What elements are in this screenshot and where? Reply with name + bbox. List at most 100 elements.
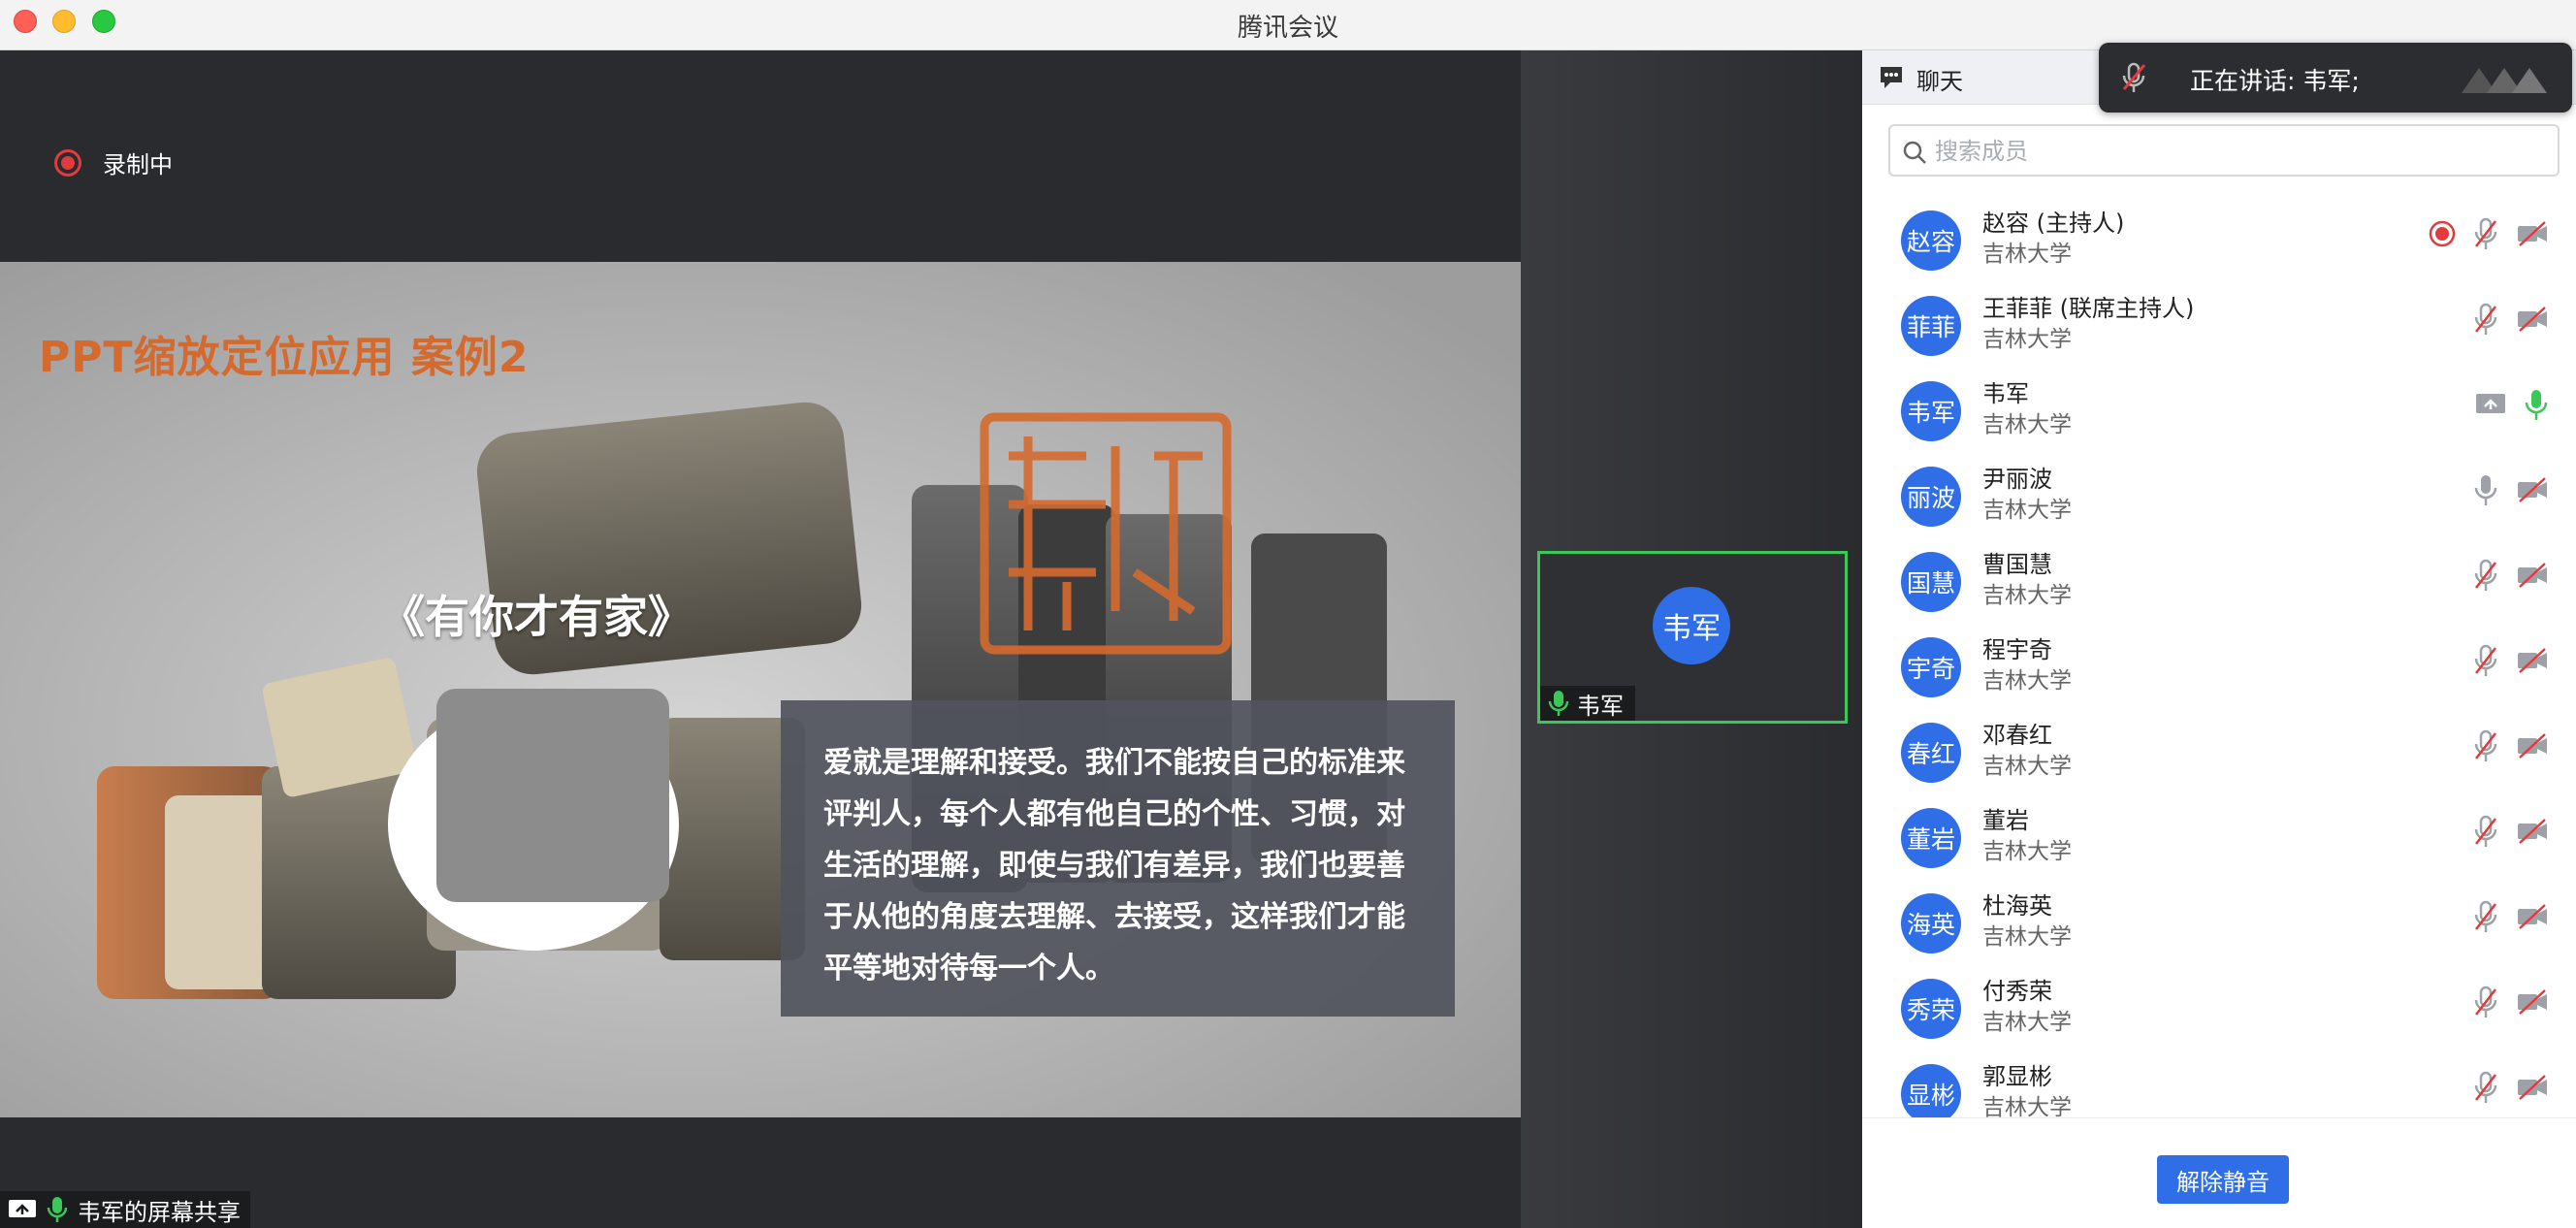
- member-status-icons: [2473, 559, 2549, 592]
- member-status-icons: [2473, 303, 2549, 336]
- recording-icon: [54, 148, 81, 177]
- recording-indicator: 录制中: [54, 145, 173, 179]
- mic-muted-icon[interactable]: [2473, 303, 2498, 336]
- member-search-box: [1888, 124, 2560, 177]
- member-name: 曹国慧: [1982, 551, 2052, 578]
- video-tile-name: 韦军: [1577, 692, 1624, 720]
- member-name: 王菲菲 (联席主持人): [1982, 295, 2195, 322]
- member-status-icons: [2473, 900, 2549, 933]
- slide-subtitle: 《有你才有家》: [380, 591, 692, 643]
- camera-off-icon[interactable]: [2516, 477, 2549, 502]
- avatar: 赵容: [1901, 210, 1961, 271]
- camera-off-icon[interactable]: [2516, 1075, 2549, 1100]
- member-name: 付秀荣: [1982, 978, 2052, 1005]
- member-name: 程宇奇: [1982, 636, 2052, 663]
- mic-on-icon: [1548, 691, 1569, 716]
- screen-share-icon: [2476, 394, 2505, 413]
- mic-muted-icon[interactable]: [2473, 559, 2498, 592]
- avatar: 海英: [1901, 893, 1961, 953]
- video-tile-name-label: 韦军: [1540, 686, 1635, 721]
- member-status-icons: [2473, 815, 2549, 848]
- presentation-slide: PPT缩放定位应用 案例2 《有你才有家》 爱就是理解和接受。我们不能按自己的标…: [0, 262, 1521, 1117]
- camera-off-icon[interactable]: [2516, 221, 2549, 246]
- member-row[interactable]: 赵容 赵容 (主持人) 吉林大学: [1862, 194, 2576, 279]
- recording-label: 录制中: [103, 151, 173, 178]
- member-row[interactable]: 丽波 尹丽波吉林大学: [1862, 450, 2576, 535]
- member-organization: 吉林大学: [1982, 498, 2072, 523]
- avatar: 宇奇: [1901, 637, 1961, 697]
- avatar: 丽波: [1901, 467, 1961, 527]
- camera-off-icon[interactable]: [2516, 648, 2549, 673]
- member-row[interactable]: 国慧 曹国慧吉林大学: [1862, 535, 2576, 621]
- camera-off-icon[interactable]: [2516, 989, 2549, 1015]
- window-title: 腾讯会议: [1237, 14, 1338, 43]
- member-row[interactable]: 韦军 韦军 吉林大学: [1862, 365, 2576, 450]
- mic-on-icon: [47, 1197, 68, 1222]
- panel-footer: 解除静音: [1862, 1117, 2576, 1228]
- video-tile-active-speaker[interactable]: 韦军 韦军: [1537, 551, 1848, 724]
- member-name: 尹丽波: [1982, 466, 2052, 493]
- avatar: 显彬: [1901, 1064, 1961, 1117]
- speaking-text: 正在讲话: 韦军;: [2190, 67, 2360, 95]
- mic-muted-icon[interactable]: [2473, 217, 2498, 250]
- member-name: 韦军: [1982, 380, 2029, 407]
- members-panel: 聊天 赵容赵容 (主持人)吉林大学菲菲王菲菲 (联席主持人)吉林大学韦军韦军吉林…: [1862, 50, 2576, 1228]
- member-name: 董岩: [1982, 807, 2029, 834]
- member-row[interactable]: 董岩 董岩 吉林大学: [1862, 792, 2576, 877]
- member-row[interactable]: 菲菲 王菲菲 (联席主持人) 吉林大学: [1862, 279, 2576, 365]
- screen-share-owner: 韦军的屏幕共享: [78, 1198, 241, 1226]
- member-status-icons: [2473, 644, 2549, 677]
- slide-text-box: 爱就是理解和接受。我们不能按自己的标准来评判人，每个人都有他自己的个性、习惯，对…: [781, 700, 1455, 1017]
- mic-muted-icon: [2122, 62, 2146, 92]
- member-status-icons: [2473, 729, 2549, 762]
- member-organization: 吉林大学: [1982, 583, 2072, 608]
- member-name: 郭显彬: [1982, 1063, 2052, 1090]
- avatar: 韦军: [1653, 587, 1730, 664]
- shared-screen-stage: 录制中 PPT缩放定位应用 案例2 《有你才有家》 爱就是理解和接受。我们不能按…: [0, 50, 1521, 1228]
- screen-share-label: 韦军的屏幕共享: [0, 1191, 250, 1228]
- member-search-input[interactable]: [1935, 134, 2536, 169]
- member-list: 赵容 赵容 (主持人) 吉林大学 菲菲 王菲菲 (联席主持人) 吉林大学 韦军 韦军 吉林大学丽…: [1862, 194, 2576, 1117]
- search-icon: [1903, 141, 1926, 164]
- mic-muted-icon[interactable]: [2473, 644, 2498, 677]
- member-row[interactable]: 海英 杜海英 吉林大学: [1862, 877, 2576, 962]
- member-status-icons: [2475, 388, 2549, 421]
- member-row[interactable]: 宇奇 程宇奇吉林大学: [1862, 621, 2576, 706]
- mic-muted-icon[interactable]: [2473, 815, 2498, 848]
- mic-on-icon[interactable]: [2524, 388, 2549, 421]
- avatar: 国慧: [1901, 552, 1961, 612]
- mic-muted-icon[interactable]: [2473, 900, 2498, 933]
- member-organization: 吉林大学: [1982, 327, 2072, 352]
- member-organization: 吉林大学: [1982, 668, 2072, 694]
- network-signal-icon: [2462, 68, 2547, 93]
- member-row[interactable]: 秀荣 付秀荣 吉林大学: [1862, 962, 2576, 1048]
- avatar: 菲菲: [1901, 296, 1961, 356]
- avatar: 秀荣: [1901, 979, 1961, 1039]
- mic-muted-icon[interactable]: [2473, 986, 2498, 1018]
- mic-muted-icon[interactable]: [2473, 1071, 2498, 1104]
- camera-off-icon[interactable]: [2516, 563, 2549, 588]
- member-row[interactable]: 春红 邓春红 吉林大学: [1862, 706, 2576, 792]
- camera-off-icon[interactable]: [2516, 307, 2549, 332]
- camera-off-icon[interactable]: [2516, 733, 2549, 759]
- camera-off-icon[interactable]: [2516, 819, 2549, 844]
- mic-icon[interactable]: [2473, 473, 2498, 506]
- member-status-icons: [2473, 986, 2549, 1018]
- slide-title: PPT缩放定位应用 案例2: [39, 333, 530, 382]
- camera-off-icon[interactable]: [2516, 904, 2549, 929]
- avatar: 董岩: [1901, 808, 1961, 868]
- member-row[interactable]: 显彬 郭显彬 吉林大学: [1862, 1048, 2576, 1117]
- tab-chat-label: 聊天: [1916, 68, 1963, 95]
- slide-body-text: 爱就是理解和接受。我们不能按自己的标准来评判人，每个人都有他自己的个性、习惯，对…: [823, 746, 1405, 986]
- mic-muted-icon[interactable]: [2473, 729, 2498, 762]
- recording-icon: [2429, 220, 2456, 247]
- member-organization: 吉林大学: [1982, 242, 2072, 267]
- screen-share-icon: [9, 1200, 36, 1217]
- member-name: 杜海英: [1982, 892, 2052, 920]
- member-organization: 吉林大学: [1982, 754, 2072, 779]
- member-organization: 吉林大学: [1982, 839, 2072, 864]
- unmute-all-button[interactable]: 解除静音: [2157, 1155, 2289, 1204]
- member-status-icons: [2473, 473, 2549, 506]
- member-organization: 吉林大学: [1982, 412, 2072, 437]
- member-name: 赵容 (主持人): [1982, 210, 2125, 237]
